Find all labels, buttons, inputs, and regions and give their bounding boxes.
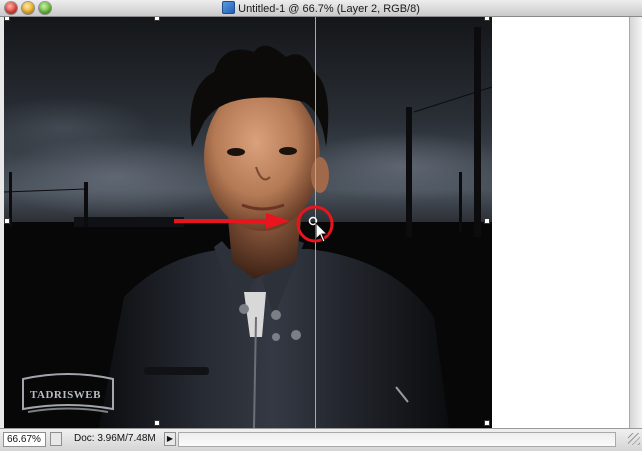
window-title-group: Untitled-1 @ 66.7% (Layer 2, RGB/8) — [0, 1, 642, 16]
document-canvas-white[interactable] — [492, 17, 630, 428]
transform-handle[interactable] — [484, 218, 490, 224]
annotation-overlay — [174, 205, 334, 243]
status-bar: 66.67% Doc: 3.96M/7.48M ▶ — [0, 428, 642, 451]
window-title: Untitled-1 @ 66.7% (Layer 2, RGB/8) — [238, 3, 420, 15]
vertical-scrollbar[interactable] — [629, 17, 642, 428]
resize-grip-icon[interactable] — [628, 433, 640, 445]
horizontal-scrollbar[interactable] — [178, 432, 616, 447]
transform-handle[interactable] — [154, 420, 160, 426]
document-size-info: Doc: 3.96M/7.48M — [74, 433, 156, 444]
transform-handle[interactable] — [4, 218, 10, 224]
canvas-area[interactable]: TADRISWEB — [4, 17, 630, 428]
transform-handle[interactable] — [154, 17, 160, 21]
zoom-level-field[interactable]: 66.67% — [3, 432, 46, 447]
transform-handle[interactable] — [484, 420, 490, 426]
guide-grab-point — [308, 216, 318, 226]
photoshop-document-icon — [222, 1, 236, 14]
photoshop-document-window: Untitled-1 @ 66.7% (Layer 2, RGB/8) TADR… — [0, 0, 642, 451]
transform-handle[interactable] — [4, 17, 10, 21]
portrait-photo-layer[interactable]: TADRISWEB — [4, 17, 492, 428]
title-bar[interactable]: Untitled-1 @ 66.7% (Layer 2, RGB/8) — [0, 0, 642, 17]
transform-handle[interactable] — [484, 17, 490, 21]
status-options-button[interactable] — [50, 432, 62, 446]
status-menu-arrow-icon[interactable]: ▶ — [164, 432, 176, 446]
red-arrow-head — [266, 213, 290, 229]
